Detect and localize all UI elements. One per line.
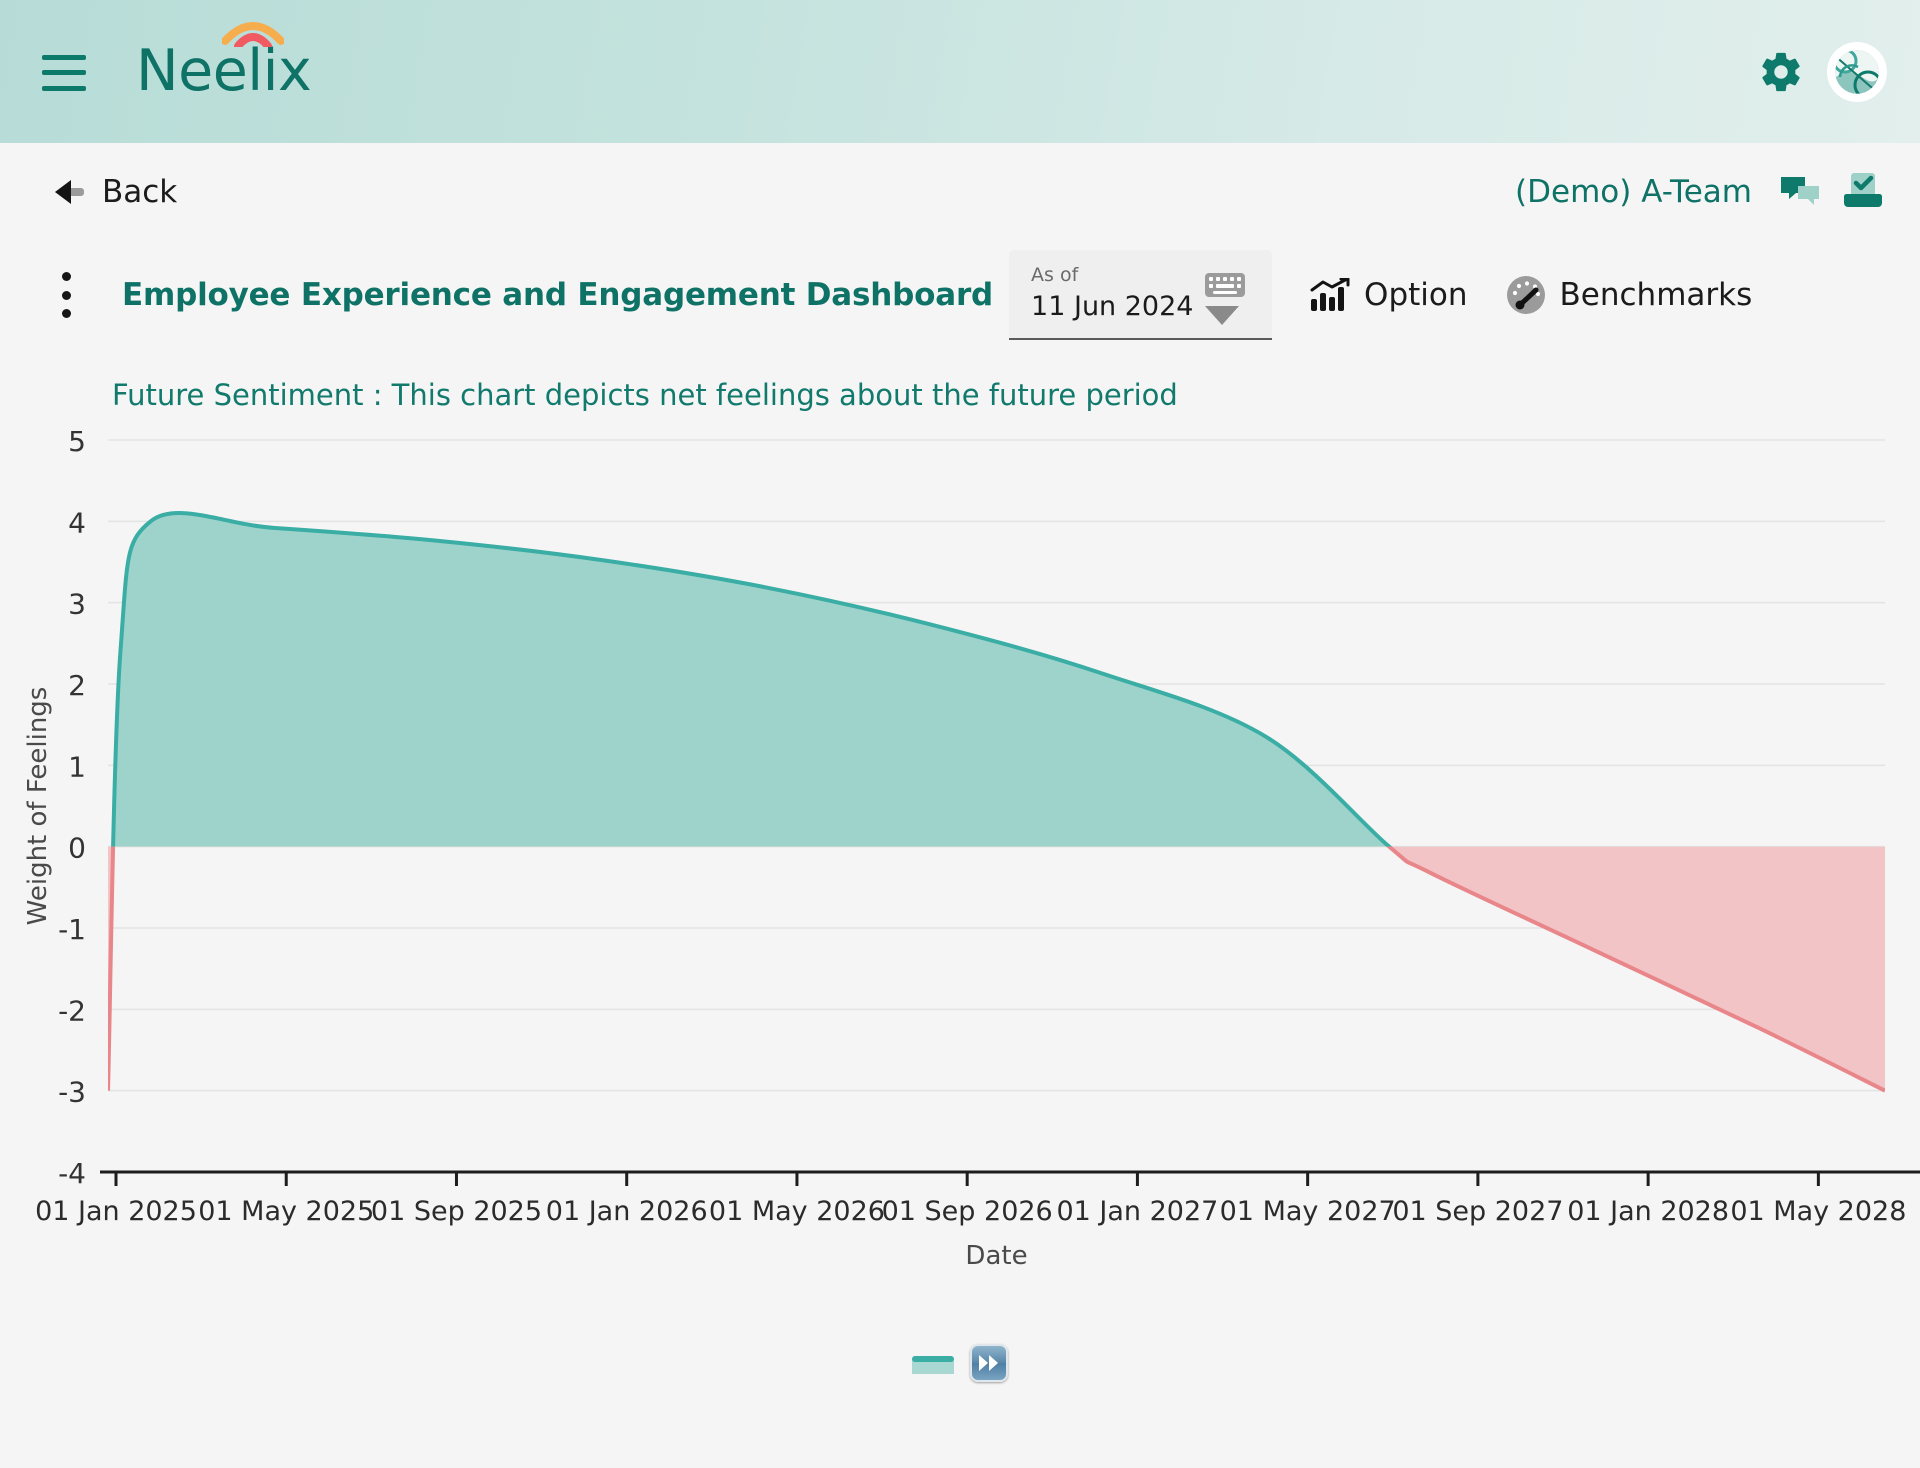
x-axis-tick-label: 01 Jan 2026	[546, 1196, 708, 1227]
x-axis-tick-label: 01 Jan 2025	[35, 1196, 197, 1227]
benchmarks-label: Benchmarks	[1559, 277, 1753, 313]
x-axis-tick-label: 01 Jan 2028	[1567, 1196, 1729, 1227]
gauge-icon	[1506, 276, 1545, 314]
y-axis-tick-label: -2	[58, 994, 86, 1027]
future-sentiment-chart[interactable]: 543210-1-2-3-401 Jan 2025 01 May 202501 S…	[0, 412, 1920, 1352]
brand-logo[interactable]: Neelix	[136, 22, 312, 104]
kebab-menu-icon[interactable]	[52, 272, 80, 318]
x-axis-tick-label: 01 Jan 2027	[1056, 1196, 1218, 1227]
chart-container: 5 4 3 2 1 0 -1 -2 -3 -4 01 Jan 2025 01 May 2025 01 S…	[0, 412, 1920, 1352]
avatar-pattern-icon	[1832, 47, 1882, 96]
app-header: Neelix	[0, 0, 1920, 143]
page-title: Employee Experience and Engagement Dashb…	[122, 277, 994, 313]
team-name: (Demo) A-Team	[1515, 173, 1752, 210]
y-axis-tick-label: -4	[58, 1157, 86, 1190]
header-actions	[1758, 44, 1884, 99]
option-label: Option	[1364, 277, 1468, 313]
x-axis-tick-label: 01 May 2025	[198, 1196, 374, 1227]
kebab-dot	[61, 290, 71, 300]
back-arrow-icon	[55, 179, 84, 204]
x-axis-tick-label: 01 May 2028	[1730, 1196, 1906, 1227]
positive-area	[113, 513, 1390, 847]
x-axis-tick-label: 01 May 2027	[1220, 1196, 1396, 1227]
back-button[interactable]: Back	[52, 174, 177, 210]
benchmarks-button[interactable]: Benchmarks	[1506, 275, 1753, 315]
back-label: Back	[102, 173, 178, 210]
x-axis-tick-label: 01 May 2026	[709, 1196, 885, 1227]
chat-bubbles-icon[interactable]	[1780, 175, 1820, 209]
kebab-dot	[61, 309, 71, 318]
kebab-dot	[61, 272, 71, 281]
hamburger-bar	[42, 54, 86, 60]
inbox-check-icon[interactable]	[1842, 172, 1884, 212]
x-axis-tick-label: 01 Sep 2026	[882, 1196, 1053, 1227]
hamburger-bar	[42, 70, 86, 75]
x-axis-title: Date	[965, 1241, 1027, 1271]
y-axis-tick-label: 1	[68, 750, 86, 783]
chevron-down-icon[interactable]	[1205, 306, 1240, 325]
y-axis-tick-label: -1	[58, 913, 86, 946]
chart-subtitle: Future Sentiment : This chart depicts ne…	[112, 378, 1178, 412]
x-axis-tick-label: 01 Sep 2025	[371, 1196, 542, 1227]
dashboard-toolbar: Employee Experience and Engagement Dashb…	[0, 240, 1920, 350]
chart-bars-icon	[1310, 278, 1350, 311]
hamburger-menu-icon[interactable]	[42, 54, 86, 91]
y-axis-title: Weight of Feelings	[23, 687, 53, 926]
y-axis-tick-label: 2	[68, 669, 86, 702]
user-avatar[interactable]	[1830, 44, 1884, 99]
legend-line	[912, 1356, 954, 1362]
option-button[interactable]: Option	[1310, 277, 1468, 313]
as-of-date-picker[interactable]: As of 11 Jun 2024	[1009, 250, 1273, 340]
y-axis-tick-label: -3	[58, 1076, 86, 1109]
signal-arcs-icon	[222, 22, 284, 47]
y-axis-tick-label: 5	[68, 425, 86, 458]
brand-name: Neelix	[136, 38, 312, 104]
back-bar-actions: (Demo) A-Team	[1515, 172, 1884, 212]
keyboard-icon[interactable]	[1204, 272, 1246, 303]
legend-swatch-future-sentiment[interactable]	[912, 1352, 954, 1374]
hamburger-bar	[42, 85, 86, 91]
y-axis-tick-label: 4	[68, 506, 86, 539]
x-axis-tick-label: 01 Sep 2027	[1392, 1196, 1563, 1227]
y-axis-tick-label: 3	[68, 588, 86, 621]
gear-icon[interactable]	[1758, 49, 1804, 95]
back-bar: Back (Demo) A-Team	[0, 143, 1920, 240]
y-axis-tick-label: 0	[68, 832, 86, 865]
